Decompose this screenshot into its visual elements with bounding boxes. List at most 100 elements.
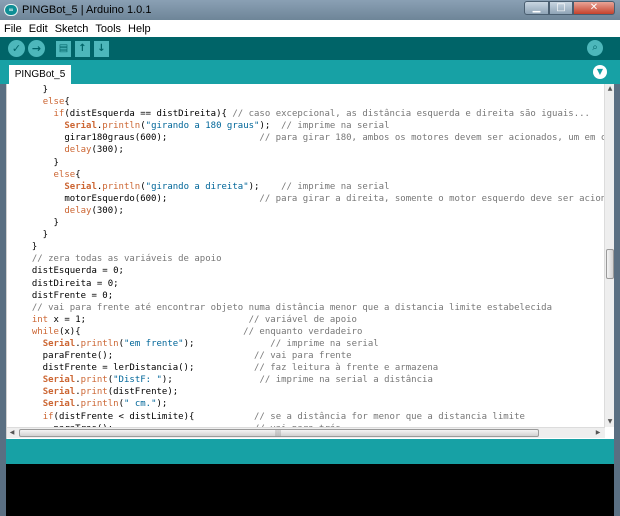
code-token: (distFrente < distLimite){ xyxy=(53,411,255,422)
serial-monitor-button[interactable]: ⌕ xyxy=(587,40,603,56)
code-token: " cm." xyxy=(123,399,157,410)
code-line[interactable]: if(distEsquerda == distDireita){ // caso… xyxy=(21,108,605,120)
horizontal-scrollbar[interactable]: ◀ ||| ▶ xyxy=(7,427,605,438)
menu-sketch[interactable]: Sketch xyxy=(55,23,89,35)
scroll-left-icon[interactable]: ◀ xyxy=(7,428,17,438)
code-token: println xyxy=(102,181,141,192)
tab-menu-button[interactable]: ▼ xyxy=(593,65,607,79)
code-line[interactable]: } xyxy=(21,157,605,169)
code-line[interactable]: distFrente = lerDistancia(); // faz leit… xyxy=(21,362,605,374)
code-line[interactable]: } xyxy=(21,241,605,253)
code-token: Serial xyxy=(42,387,76,398)
code-line[interactable]: Serial.println("em frente"); // imprime … xyxy=(21,338,605,350)
scroll-down-icon[interactable]: ▼ xyxy=(605,417,614,427)
code-line[interactable]: delay(300); xyxy=(21,205,605,217)
code-line[interactable]: paraFrente(); // vai para frente xyxy=(21,350,605,362)
code-editor[interactable]: } else{ if(distEsquerda == distDireita){… xyxy=(6,84,614,439)
maximize-button[interactable]: □ xyxy=(549,1,573,15)
code-token: // imprime na serial a distância xyxy=(259,375,433,386)
code-line[interactable]: } xyxy=(21,217,605,229)
code-line[interactable]: else{ xyxy=(21,169,605,181)
code-line[interactable]: else{ xyxy=(21,96,605,108)
code-line[interactable]: // zera todas as variáveis de apoio xyxy=(21,253,605,265)
code-line[interactable]: Serial.println(" cm."); xyxy=(21,398,605,410)
horizontal-scroll-thumb[interactable]: ||| xyxy=(19,429,539,437)
menu-help[interactable]: Help xyxy=(128,23,151,35)
code-token: Serial xyxy=(42,375,76,386)
code-token: "girando a 180 graus" xyxy=(145,121,260,132)
scroll-grip-icon: ||| xyxy=(275,430,282,437)
code-token: delay xyxy=(64,205,92,216)
code-token: // caso excepcional, as distância esquer… xyxy=(232,109,590,120)
code-token: // enquanto verdadeiro xyxy=(243,326,363,337)
verify-button[interactable]: ✓ xyxy=(8,40,25,57)
code-token: { xyxy=(64,97,70,108)
status-bar xyxy=(6,439,614,464)
code-line[interactable]: Serial.println("girando a 180 graus"); /… xyxy=(21,120,605,132)
scroll-up-icon[interactable]: ▲ xyxy=(605,84,614,94)
window-controls: ▁ □ ✕ xyxy=(524,1,615,15)
code-line[interactable]: girar180graus(600); // para girar 180, a… xyxy=(21,132,605,144)
vertical-scroll-thumb[interactable] xyxy=(606,249,614,279)
code-line[interactable]: while(x){ // enquanto verdadeiro xyxy=(21,326,605,338)
code-token: girar180graus(600); xyxy=(21,133,260,144)
save-sketch-button[interactable]: ↓ xyxy=(94,40,109,57)
window-frame-right xyxy=(614,84,620,516)
code-line[interactable]: // vai para frente até encontrar objeto … xyxy=(21,302,605,314)
code-line[interactable]: distFrente = 0; xyxy=(21,290,605,302)
code-token: // para girar 180, ambos os motores deve… xyxy=(259,133,605,144)
code-token: Serial xyxy=(42,399,76,410)
code-token: } xyxy=(21,218,59,229)
code-line[interactable]: Serial.print("DistF: "); // imprime na s… xyxy=(21,374,605,386)
code-line[interactable]: int x = 1; // variável de apoio xyxy=(21,314,605,326)
code-token: ); xyxy=(156,399,168,410)
code-line[interactable]: } xyxy=(21,84,605,96)
code-token: Serial xyxy=(42,338,76,349)
upload-button[interactable]: → xyxy=(28,40,45,57)
code-token: "girando a direita" xyxy=(145,181,249,192)
arrow-up-icon: ↑ xyxy=(78,42,87,54)
vertical-scrollbar[interactable]: ▲ ▼ xyxy=(604,84,614,427)
code-line[interactable]: } xyxy=(21,229,605,241)
code-line[interactable]: distEsquerda = 0; xyxy=(21,265,605,277)
minimize-button[interactable]: ▁ xyxy=(524,1,549,15)
menu-edit[interactable]: Edit xyxy=(29,23,48,35)
code-line[interactable]: delay(300); xyxy=(21,144,605,156)
code-token: ); xyxy=(248,181,282,192)
code-token: // para girar a direita, somente o motor… xyxy=(259,193,605,204)
scroll-right-icon[interactable]: ▶ xyxy=(593,428,603,438)
code-token: while xyxy=(31,326,59,337)
tab-pingbot-5[interactable]: PINGBot_5 xyxy=(9,65,71,84)
close-button[interactable]: ✕ xyxy=(573,1,615,15)
menu-file[interactable]: File xyxy=(4,23,22,35)
code-token: { xyxy=(75,169,81,180)
code-token: println xyxy=(80,338,119,349)
code-line[interactable]: Serial.println("girando a direita"); // … xyxy=(21,181,605,193)
open-sketch-button[interactable]: ↑ xyxy=(75,40,90,57)
code-token: else xyxy=(42,97,65,108)
code-token: distEsquerda = 0; xyxy=(21,266,124,277)
code-line[interactable]: Serial.print(distFrente); xyxy=(21,386,605,398)
code-line[interactable]: if(distFrente < distLimite){ // se a dis… xyxy=(21,411,605,423)
code-token: (300); xyxy=(91,205,124,216)
menu-tools[interactable]: Tools xyxy=(95,23,121,35)
code-text-area[interactable]: } else{ if(distEsquerda == distDireita){… xyxy=(7,84,605,427)
code-token: } xyxy=(21,157,59,168)
code-token: (x){ xyxy=(58,326,244,337)
code-token: // imprime na serial xyxy=(281,181,390,192)
code-line[interactable]: distDireita = 0; xyxy=(21,278,605,290)
code-token: // vai para frente xyxy=(254,351,352,362)
new-sketch-button[interactable]: ▤ xyxy=(56,40,71,57)
code-line[interactable]: motorEsquerdo(600); // para girar a dire… xyxy=(21,193,605,205)
